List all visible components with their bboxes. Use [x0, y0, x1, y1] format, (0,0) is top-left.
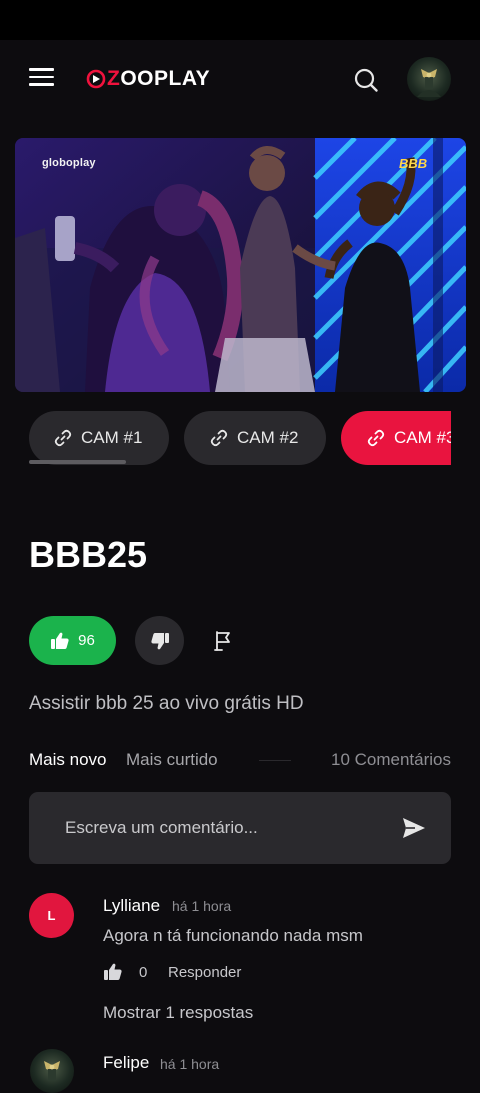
cam-3-button[interactable]: CAM #3	[341, 411, 451, 465]
link-icon	[210, 429, 228, 447]
camera-selector: CAM #1 CAM #2 CAM #3	[0, 411, 451, 467]
comment-author-name[interactable]: Felipe	[103, 1053, 149, 1073]
thumbs-down-icon	[150, 632, 169, 649]
cam-1-button[interactable]: CAM #1	[29, 411, 169, 465]
send-icon[interactable]	[401, 815, 427, 841]
comment-timestamp: há 1 hora	[160, 1056, 220, 1072]
like-count: 96	[78, 632, 95, 649]
link-icon	[54, 429, 72, 447]
avatar-figure-icon	[417, 69, 441, 97]
search-icon[interactable]	[353, 67, 379, 93]
horizontal-scroll-indicator[interactable]	[29, 460, 126, 464]
avatar-figure-icon	[44, 1061, 60, 1081]
video-title: BBB25	[29, 534, 148, 575]
comment-author-avatar[interactable]: L	[29, 893, 74, 938]
bbb-watermark: BBB	[399, 156, 428, 171]
sort-divider	[259, 760, 291, 761]
cam-2-label: CAM #2	[237, 428, 299, 447]
comment-text: Agora n tá funcionando nada msm	[103, 926, 363, 945]
thumbs-up-icon	[51, 632, 69, 649]
logo-play-icon	[86, 69, 106, 89]
cam-1-label: CAM #1	[81, 428, 143, 447]
flag-icon	[214, 631, 230, 651]
comment-like-count: 0	[139, 964, 148, 981]
logo-text: OOPLAY	[120, 67, 211, 90]
link-icon	[367, 429, 385, 447]
comment-input[interactable]: Escreva um comentário...	[29, 792, 451, 864]
comment-count: 10 Comentários	[330, 750, 451, 769]
comment-timestamp: há 1 hora	[172, 898, 232, 914]
show-replies-button[interactable]: Mostrar 1 respostas	[103, 1003, 253, 1023]
comment-author-avatar[interactable]	[30, 1049, 74, 1093]
like-button[interactable]: 96	[29, 616, 116, 665]
cam-3-label: CAM #3	[394, 428, 451, 447]
sort-newest-tab[interactable]: Mais novo	[29, 750, 106, 770]
user-avatar[interactable]	[407, 57, 451, 101]
comment-input-placeholder: Escreva um comentário...	[65, 818, 258, 837]
report-flag-button[interactable]	[210, 626, 238, 656]
video-description: Assistir bbb 25 ao vivo grátis HD	[29, 693, 304, 714]
top-bar: Z OOPLAY	[0, 40, 480, 118]
hamburger-menu-icon[interactable]	[29, 68, 54, 86]
logo-z: Z	[107, 67, 121, 90]
sort-most-liked-tab[interactable]: Mais curtido	[126, 750, 218, 770]
globoplay-watermark: globoplay	[42, 157, 96, 169]
zooplay-logo[interactable]: Z OOPLAY	[86, 66, 210, 92]
cam-2-button[interactable]: CAM #2	[184, 411, 326, 465]
comment-like-icon[interactable]	[103, 962, 123, 982]
comment-reply-button[interactable]: Responder	[168, 964, 241, 981]
video-frame-image	[15, 138, 466, 392]
comment-author-name[interactable]: Lylliane	[103, 896, 160, 916]
status-bar	[0, 0, 480, 40]
video-player[interactable]: globoplay BBB	[15, 138, 466, 392]
dislike-button[interactable]	[135, 616, 184, 665]
